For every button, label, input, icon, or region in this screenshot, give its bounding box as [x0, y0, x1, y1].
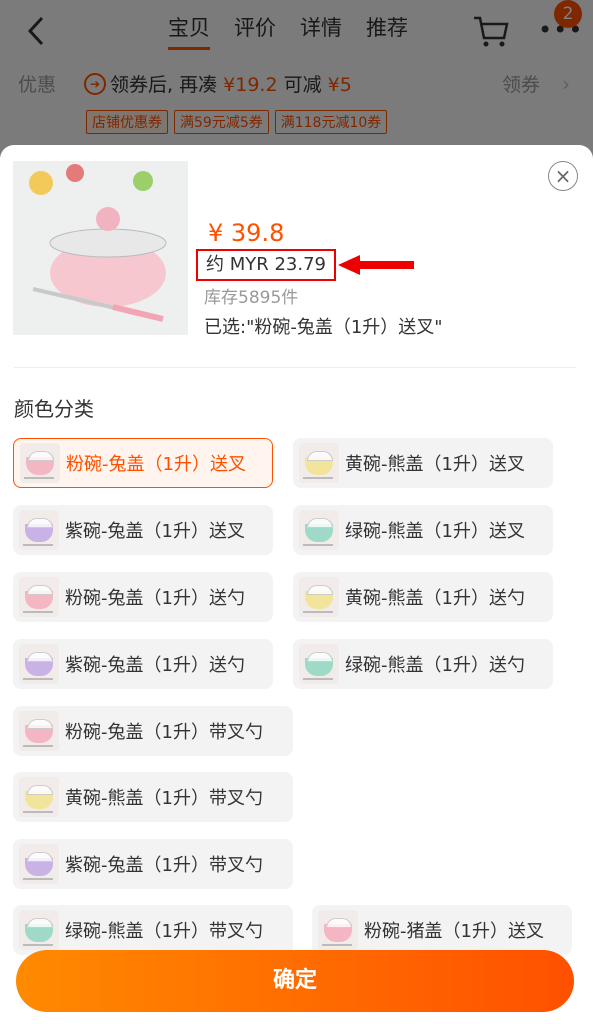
- variant-thumbnail: [299, 644, 339, 684]
- variant-label: 黄碗-熊盖（1升）送叉: [345, 454, 525, 475]
- product-price: ¥ 39.8: [208, 219, 285, 247]
- variant-option[interactable]: 紫碗-兔盖（1升）送叉: [13, 505, 273, 555]
- stock-count: 库存5895件: [204, 288, 299, 308]
- variant-thumbnail: [19, 711, 59, 751]
- variant-option[interactable]: 粉碗-猪盖（1升）送叉: [312, 905, 572, 955]
- variant-label: 黄碗-熊盖（1升）送勺: [345, 588, 525, 609]
- variant-thumbnail: [318, 910, 358, 950]
- variant-thumbnail: [19, 777, 59, 817]
- variant-thumbnail: [19, 577, 59, 617]
- variant-label: 紫碗-兔盖（1升）带叉勺: [65, 855, 263, 876]
- variant-option[interactable]: 粉碗-兔盖（1升）送勺: [13, 572, 273, 622]
- variant-thumbnail: [20, 443, 60, 483]
- close-icon[interactable]: ×: [548, 161, 578, 191]
- variant-label: 紫碗-兔盖（1升）送勺: [65, 655, 245, 676]
- variant-thumbnail: [19, 844, 59, 884]
- divider: [14, 367, 576, 368]
- variant-option[interactable]: 粉碗-兔盖（1升）送叉: [13, 438, 273, 488]
- variant-label: 粉碗-兔盖（1升）带叉勺: [65, 722, 263, 743]
- variant-label: 黄碗-熊盖（1升）带叉勺: [65, 788, 263, 809]
- variant-thumbnail: [19, 910, 59, 950]
- variant-thumbnail: [299, 577, 339, 617]
- variant-thumbnail: [19, 510, 59, 550]
- variant-label: 粉碗-兔盖（1升）送叉: [66, 454, 246, 475]
- confirm-button[interactable]: 确定: [16, 950, 574, 1012]
- variant-thumbnail: [299, 443, 339, 483]
- variant-label: 粉碗-兔盖（1升）送勺: [65, 588, 245, 609]
- product-image: [13, 161, 188, 335]
- selected-variant: 已选:"粉碗-兔盖（1升）送叉": [204, 317, 443, 338]
- section-title: 颜色分类: [14, 397, 94, 421]
- variant-option[interactable]: 绿碗-熊盖（1升）送叉: [293, 505, 553, 555]
- converted-price: 约 MYR 23.79: [196, 249, 336, 281]
- variant-option[interactable]: 绿碗-熊盖（1升）送勺: [293, 639, 553, 689]
- variant-thumbnail: [19, 644, 59, 684]
- overlay-dim[interactable]: [0, 0, 593, 160]
- variant-option[interactable]: 黄碗-熊盖（1升）带叉勺: [13, 772, 293, 822]
- sku-sheet: × ¥ 39.8 约 MYR 23.79 库存5895件 已选:"粉碗-兔盖（1…: [0, 145, 593, 1024]
- red-arrow-icon: [338, 255, 414, 275]
- variant-label: 绿碗-熊盖（1升）送叉: [345, 521, 525, 542]
- variant-option[interactable]: 粉碗-兔盖（1升）带叉勺: [13, 706, 293, 756]
- variant-thumbnail: [299, 510, 339, 550]
- variant-option[interactable]: 紫碗-兔盖（1升）送勺: [13, 639, 273, 689]
- variant-option[interactable]: 绿碗-熊盖（1升）带叉勺: [13, 905, 293, 955]
- variant-option[interactable]: 紫碗-兔盖（1升）带叉勺: [13, 839, 293, 889]
- variant-option[interactable]: 黄碗-熊盖（1升）送叉: [293, 438, 553, 488]
- product-thumbnail[interactable]: [13, 161, 188, 335]
- variant-option[interactable]: 黄碗-熊盖（1升）送勺: [293, 572, 553, 622]
- variant-label: 紫碗-兔盖（1升）送叉: [65, 521, 245, 542]
- variant-label: 绿碗-熊盖（1升）带叉勺: [65, 921, 263, 942]
- variant-label: 绿碗-熊盖（1升）送勺: [345, 655, 525, 676]
- variant-label: 粉碗-猪盖（1升）送叉: [364, 921, 544, 942]
